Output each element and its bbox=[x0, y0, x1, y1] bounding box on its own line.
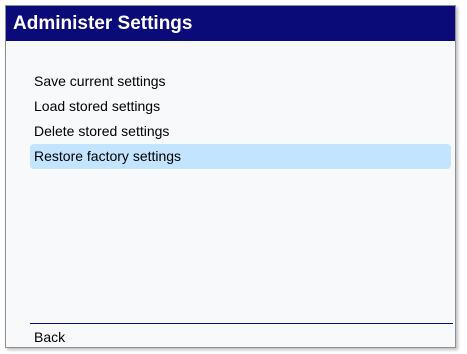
menu-item-restore-factory-settings[interactable]: Restore factory settings bbox=[30, 144, 451, 169]
back-button[interactable]: Back bbox=[34, 327, 65, 347]
page-title: Administer Settings bbox=[6, 6, 455, 41]
settings-menu: Save current settings Load stored settin… bbox=[6, 69, 455, 169]
footer-divider bbox=[30, 323, 453, 324]
menu-item-delete-stored-settings[interactable]: Delete stored settings bbox=[30, 119, 451, 144]
menu-item-load-stored-settings[interactable]: Load stored settings bbox=[30, 94, 451, 119]
settings-screen: Administer Settings Save current setting… bbox=[5, 5, 456, 348]
menu-item-save-current-settings[interactable]: Save current settings bbox=[30, 69, 451, 94]
